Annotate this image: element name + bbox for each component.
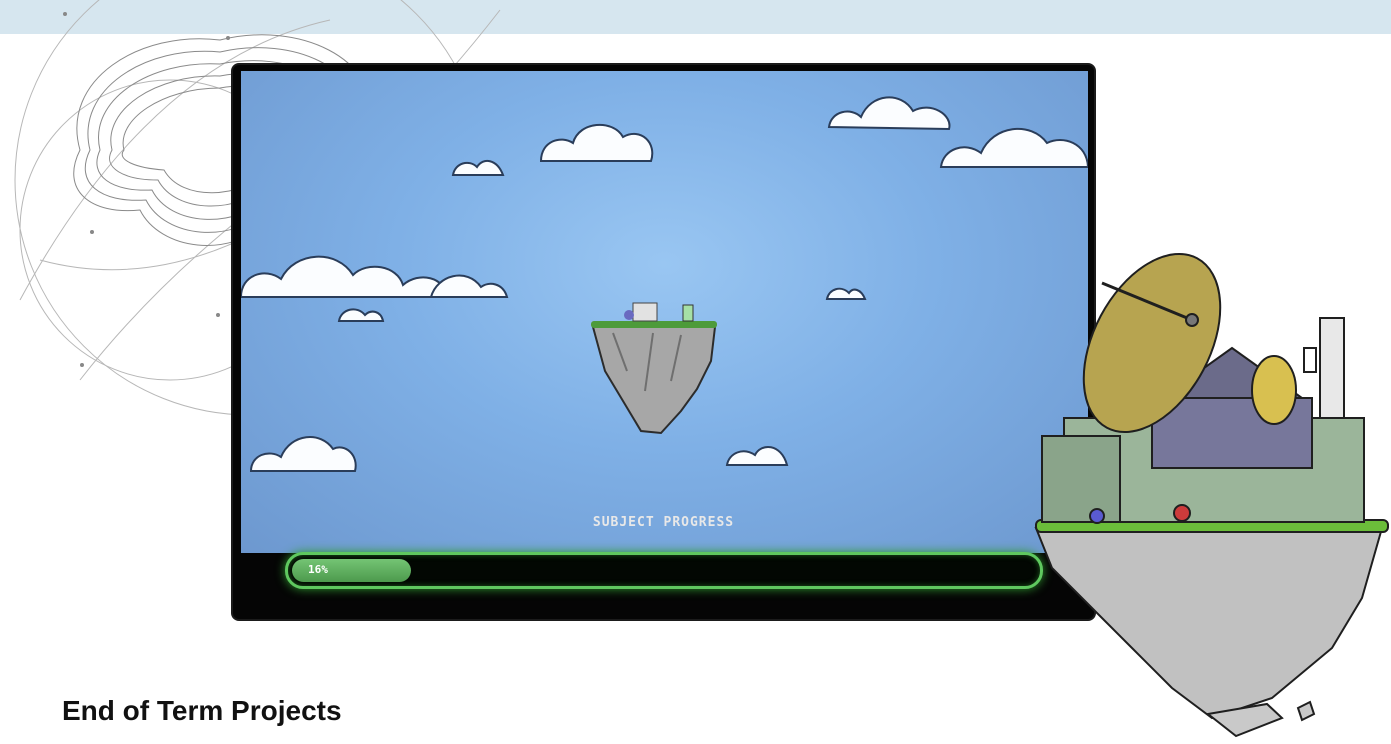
- satellite-island-illustration: [1034, 252, 1389, 738]
- cloud-icon: [249, 436, 357, 472]
- game-window: SUBJECT PROGRESS 16%: [233, 65, 1094, 619]
- cloud-icon: [429, 274, 509, 298]
- cloud-icon: [939, 127, 1088, 168]
- progress-bar: 16%: [285, 552, 1043, 589]
- cloud-icon: [827, 96, 951, 131]
- cloud-icon: [241, 255, 449, 298]
- game-sky-scene: [241, 71, 1088, 553]
- floating-island-icon: [591, 302, 717, 435]
- progress-percent-label: 16%: [308, 563, 328, 576]
- section-heading: End of Term Projects: [62, 695, 342, 726]
- progress-title: SUBJECT PROGRESS: [592, 515, 735, 530]
- cloud-icon: [337, 308, 385, 322]
- cloud-icon: [539, 123, 654, 162]
- cloud-icon: [451, 159, 505, 176]
- cloud-icon: [825, 287, 867, 300]
- cloud-icon: [725, 446, 789, 466]
